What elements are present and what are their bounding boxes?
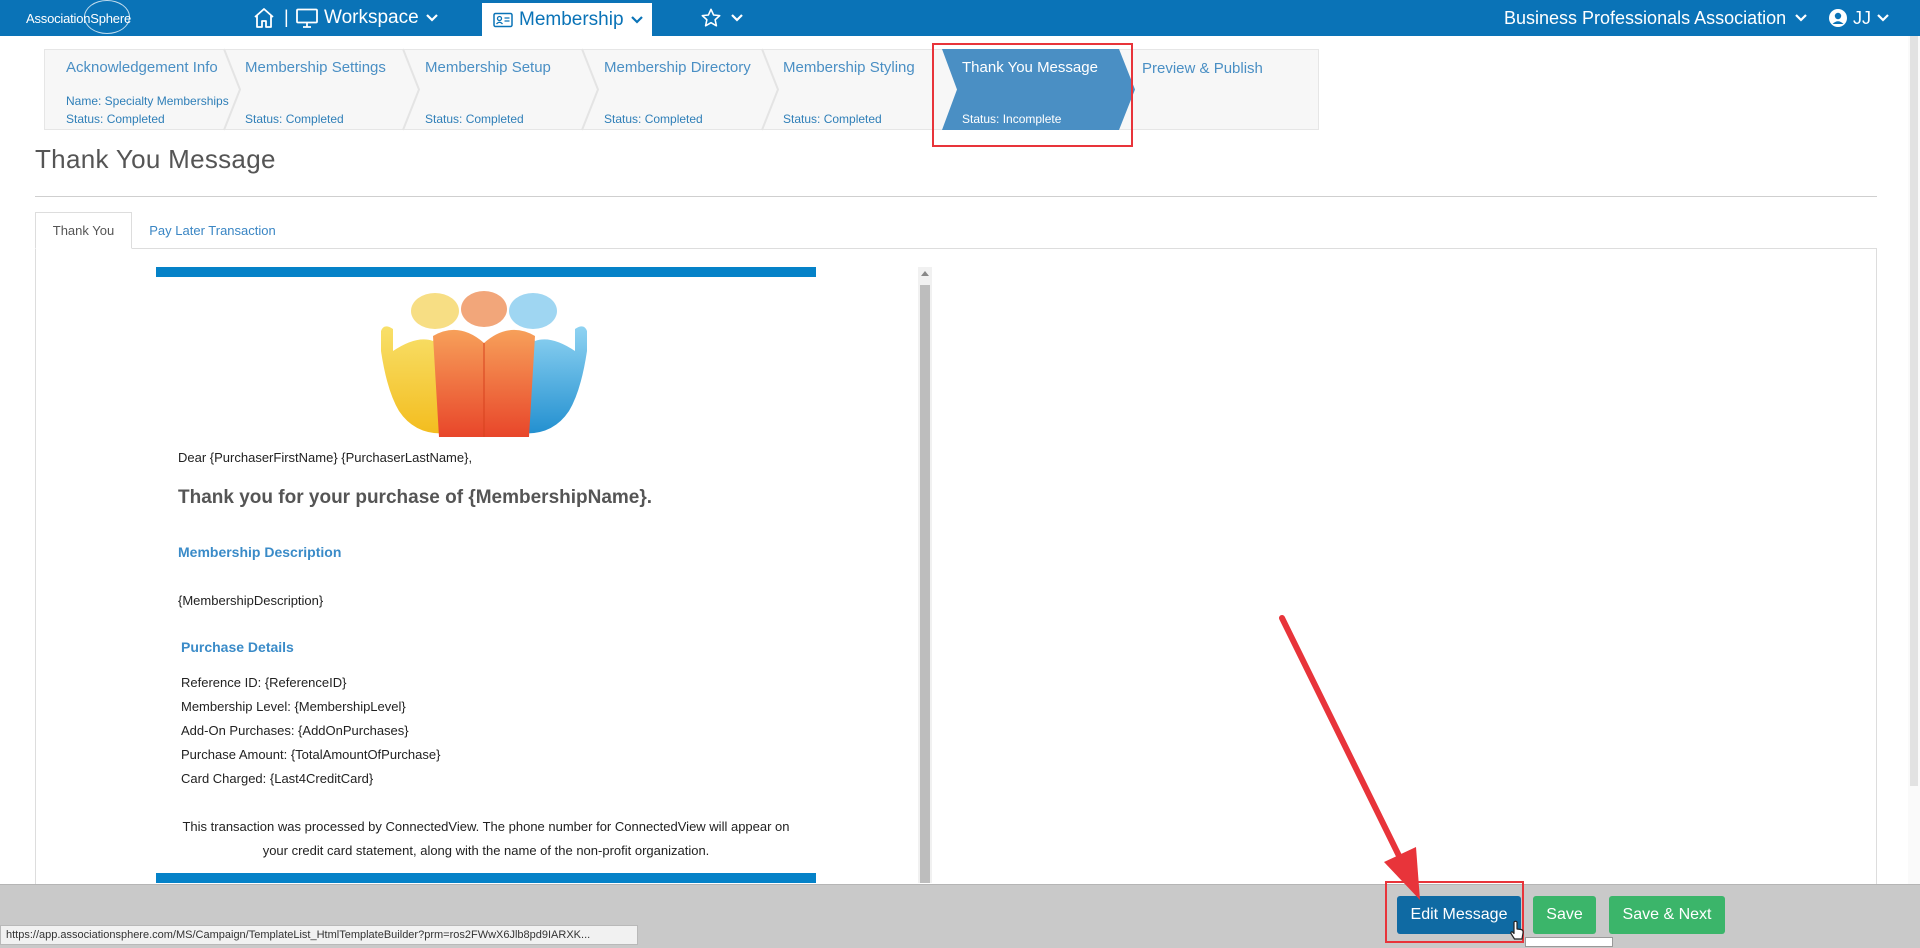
purchase-details-heading: Purchase Details — [181, 639, 294, 655]
chevron-down-icon — [630, 15, 643, 24]
step-acknowledgement-info[interactable]: Acknowledgement Info Name: Specialty Mem… — [45, 49, 230, 130]
membership-description-value: {MembershipDescription} — [178, 593, 324, 608]
step-title: Membership Settings — [245, 59, 386, 76]
chevron-down-icon — [1877, 14, 1889, 22]
step-status: Status: Completed — [245, 112, 344, 126]
workspace-label: Workspace — [324, 7, 419, 28]
step-status: Status: Completed — [425, 112, 524, 126]
page-scrollbar-thumb[interactable] — [1910, 36, 1918, 786]
email-thank-you-heading: Thank you for your purchase of {Membersh… — [178, 487, 653, 508]
email-footer-bar — [156, 873, 816, 883]
page-scrollbar[interactable] — [1908, 36, 1920, 884]
step-thank-you-message[interactable]: Thank You Message Status: Incomplete — [942, 49, 1132, 130]
step-preview-publish[interactable]: Preview & Publish — [1135, 49, 1305, 130]
email-header-bar — [156, 267, 816, 277]
scrollbar-thumb[interactable] — [920, 285, 930, 883]
detail-add-on-purchases: Add-On Purchases: {AddOnPurchases} — [181, 723, 409, 738]
step-membership-setup[interactable]: Membership Setup Status: Completed — [403, 49, 583, 130]
people-logo-icon — [381, 291, 587, 437]
membership-menu[interactable]: Membership — [482, 3, 652, 36]
home-icon[interactable] — [252, 6, 276, 30]
chevron-down-icon — [425, 14, 438, 22]
monitor-icon — [296, 8, 318, 28]
workspace-menu[interactable]: Workspace — [296, 0, 439, 36]
step-status: Status: Completed — [783, 112, 882, 126]
favorites-menu[interactable] — [700, 4, 744, 32]
chevron-down-icon — [1795, 14, 1807, 22]
step-title: Preview & Publish — [1142, 60, 1263, 77]
membership-label: Membership — [519, 8, 624, 30]
step-membership-styling[interactable]: Membership Styling Status: Completed — [762, 49, 942, 130]
step-title: Thank You Message — [962, 59, 1098, 76]
step-title: Acknowledgement Info — [66, 59, 218, 76]
tab-thank-you[interactable]: Thank You — [35, 212, 132, 249]
step-status: Status: Completed — [66, 112, 165, 126]
step-title: Membership Directory — [604, 59, 751, 76]
title-divider — [35, 196, 1877, 197]
associationsphere-logo[interactable]: AssociationSphere — [26, 0, 131, 34]
email-preview-scrollbar[interactable] — [918, 267, 932, 883]
user-menu[interactable]: JJ — [1828, 0, 1890, 36]
save-button[interactable]: Save — [1533, 896, 1596, 934]
organization-name: Business Professionals Association — [1504, 7, 1787, 28]
logo-globe-icon — [84, 0, 130, 34]
tab-pay-later-transaction[interactable]: Pay Later Transaction — [140, 212, 285, 249]
edit-message-button[interactable]: Edit Message — [1397, 896, 1521, 934]
email-greeting: Dear {PurchaserFirstName} {PurchaserLast… — [178, 450, 473, 465]
user-circle-icon — [1829, 9, 1847, 27]
step-status: Status: Completed — [604, 112, 703, 126]
nav-separator: | — [284, 7, 289, 27]
step-membership-settings[interactable]: Membership Settings Status: Completed — [224, 49, 404, 130]
email-preview: Dear {PurchaserFirstName} {PurchaserLast… — [156, 267, 816, 883]
id-card-icon — [493, 12, 513, 27]
detail-card-charged: Card Charged: {Last4CreditCard} — [181, 771, 374, 786]
star-icon — [701, 8, 721, 27]
top-navigation-bar: AssociationSphere | Workspace Membership — [0, 0, 1920, 36]
page-title: Thank You Message — [35, 144, 276, 174]
membership-description-heading: Membership Description — [178, 544, 342, 560]
tooltip — [1525, 937, 1613, 947]
detail-purchase-amount: Purchase Amount: {TotalAmountOfPurchase} — [181, 747, 441, 762]
email-footer-note: This transaction was processed by Connec… — [182, 819, 790, 858]
step-status: Status: Incomplete — [962, 112, 1062, 126]
organization-selector[interactable]: Business Professionals Association — [1504, 0, 1808, 36]
save-and-next-button[interactable]: Save & Next — [1609, 896, 1725, 934]
step-membership-directory[interactable]: Membership Directory Status: Completed — [582, 49, 762, 130]
chevron-down-icon — [731, 14, 743, 22]
detail-membership-level: Membership Level: {MembershipLevel} — [181, 699, 406, 714]
step-title: Membership Setup — [425, 59, 551, 76]
status-bar-url: https://app.associationsphere.com/MS/Cam… — [0, 925, 638, 945]
detail-reference-id: Reference ID: {ReferenceID} — [181, 675, 347, 690]
user-initials: JJ — [1853, 7, 1871, 28]
scroll-up-arrow-icon[interactable] — [921, 271, 929, 276]
step-name-line: Name: Specialty Memberships — [66, 94, 229, 108]
step-title: Membership Styling — [783, 59, 915, 76]
